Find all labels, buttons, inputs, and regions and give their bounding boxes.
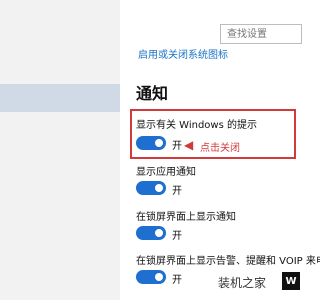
setting-label-app-notifications: 显示应用通知 xyxy=(136,167,196,178)
toggle-lockscreen-notifications[interactable] xyxy=(136,226,166,240)
system-icons-link[interactable]: 启用或关闭系统图标 xyxy=(138,46,228,61)
setting-label-lockscreen-alerts: 在锁屏界面上显示告警、提醒和 VOIP 来电 xyxy=(136,256,320,267)
toggle-lockscreen-alerts[interactable] xyxy=(136,270,166,284)
toggle-knob xyxy=(155,229,163,237)
watermark-badge: W xyxy=(282,272,300,290)
section-title: 通知 xyxy=(136,84,169,103)
toggle-state-lockscreen-alerts: 开 xyxy=(172,275,182,286)
toggle-knob xyxy=(155,273,163,281)
toggle-state-lockscreen-notifications: 开 xyxy=(172,231,182,242)
search-input[interactable] xyxy=(220,24,302,44)
toggle-app-notifications[interactable] xyxy=(136,181,166,195)
toggle-state-app-notifications: 开 xyxy=(172,186,182,197)
toggle-knob xyxy=(155,184,163,192)
setting-label-lockscreen-notifications: 在锁屏界面上显示通知 xyxy=(136,212,236,223)
sidebar-item-selected[interactable] xyxy=(0,84,120,112)
sidebar xyxy=(0,0,120,300)
watermark-text: 装机之家 xyxy=(216,274,269,291)
left-arrow-icon: ◀ xyxy=(184,138,194,152)
annotation-text: 点击关闭 xyxy=(200,143,240,154)
